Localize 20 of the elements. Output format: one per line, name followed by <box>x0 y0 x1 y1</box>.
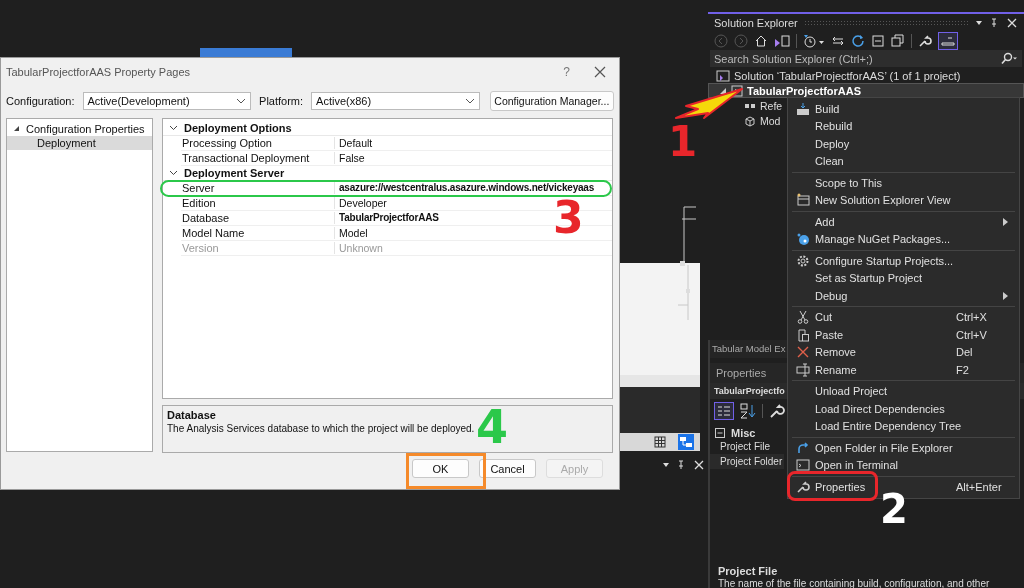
panel-title: Solution Explorer <box>714 16 798 29</box>
category-label: Misc <box>731 426 756 439</box>
description-title: Project File <box>717 565 779 577</box>
property-name: Edition <box>181 197 335 209</box>
category-label: Deployment Server <box>184 167 285 179</box>
property-name: Database <box>181 212 335 224</box>
property-name: Version <box>181 242 335 254</box>
description-text: The Analysis Services database to which the project will be deployed. <box>167 423 476 434</box>
category-label: Deployment Options <box>184 122 292 134</box>
property-name: Server <box>181 182 335 194</box>
property-name: Model Name <box>181 227 335 239</box>
platform-label: Platform: <box>259 95 304 107</box>
configuration-label: Configuration: <box>6 95 75 107</box>
property-name: Transactional Deployment <box>181 152 335 164</box>
property-name: Processing Option <box>181 137 335 149</box>
description-title: Database <box>167 409 217 421</box>
step-number: 3 <box>553 196 584 240</box>
step-number: 1 <box>668 121 698 163</box>
step-number: 4 <box>476 404 508 450</box>
dialog-title: TabularProjectforAAS Property Pages <box>6 66 192 78</box>
